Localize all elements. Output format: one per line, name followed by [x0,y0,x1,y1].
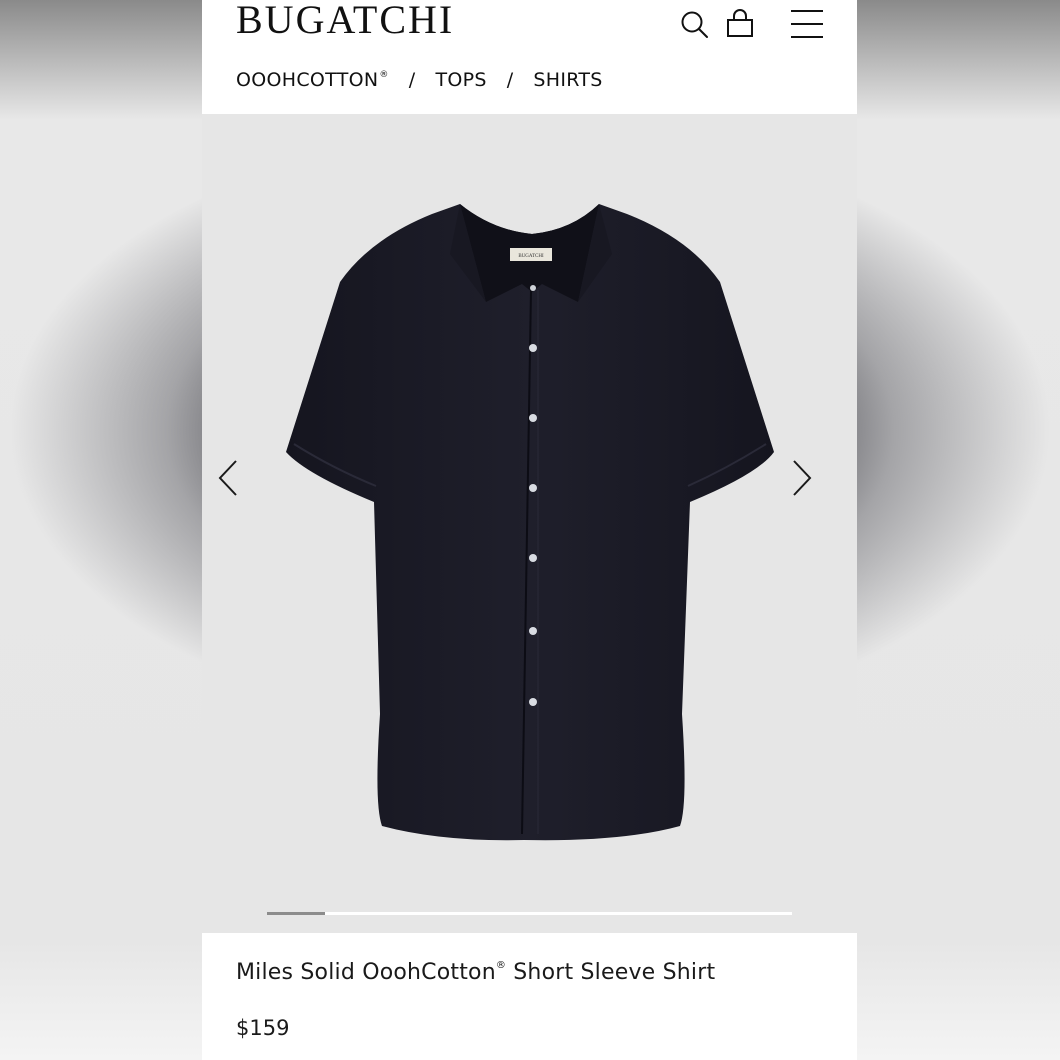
breadcrumb-item-tops[interactable]: TOPS [435,69,486,91]
site-header: BUGATCHI OOOHCOTTON® / TOPS / SHIRTS [202,0,857,114]
cart-button[interactable] [726,8,754,38]
search-button[interactable] [680,8,710,40]
brand-logo[interactable]: BUGATCHI [236,0,454,40]
menu-button[interactable] [790,8,824,40]
product-price: $159 [236,1016,290,1040]
gallery-progress-indicator [267,912,325,915]
product-image-gallery[interactable]: BUGATCHI [202,114,857,933]
next-image-button[interactable] [790,458,814,498]
menu-icon [791,10,823,38]
previous-image-button[interactable] [216,458,240,498]
chevron-left-icon [218,460,237,496]
product-page: BUGATCHI OOOHCOTTON® / TOPS / SHIRTS BUG… [202,0,857,1060]
breadcrumb: OOOHCOTTON® / TOPS / SHIRTS [236,66,603,94]
registered-mark: ® [495,960,507,971]
breadcrumb-label: OOOHCOTTON [236,69,379,91]
shirt-label-text: BUGATCHI [518,254,544,259]
chevron-right-icon [793,460,812,496]
product-title-text: Miles Solid OoohCotton [236,960,496,985]
registered-mark: ® [379,70,389,80]
product-title: Miles Solid OoohCotton® Short Sleeve Shi… [236,960,715,985]
product-title-text: Short Sleeve Shirt [506,960,716,985]
breadcrumb-item-shirts[interactable]: SHIRTS [533,69,602,91]
breadcrumb-item-ooohcotton[interactable]: OOOHCOTTON® [236,69,389,91]
gallery-progress-track [267,912,792,915]
breadcrumb-separator: / [408,69,416,91]
search-icon [681,11,708,38]
breadcrumb-separator: / [506,69,514,91]
product-image: BUGATCHI [286,204,774,841]
cart-icon [727,9,753,37]
